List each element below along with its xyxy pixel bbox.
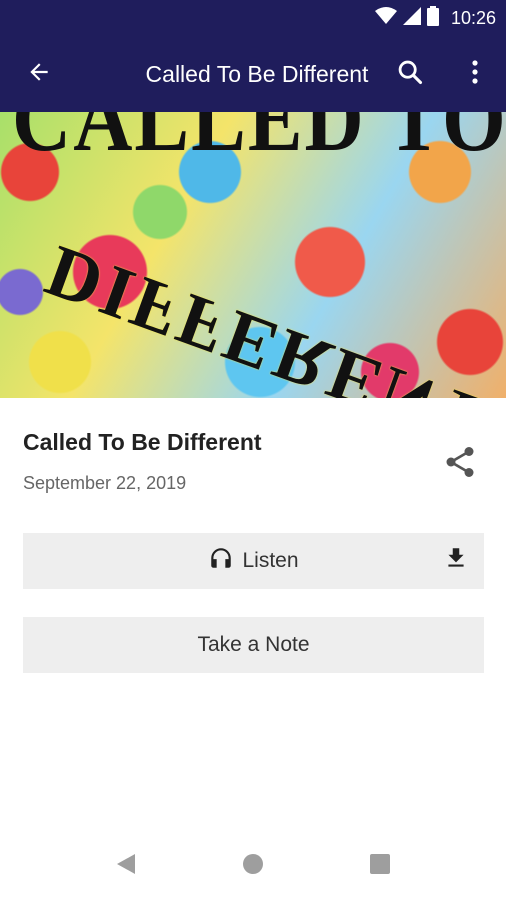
search-button[interactable] bbox=[386, 50, 434, 98]
more-options-button[interactable] bbox=[451, 50, 499, 98]
status-icons: 10:26 bbox=[374, 0, 496, 36]
take-a-note-button[interactable]: Take a Note bbox=[23, 617, 484, 673]
listen-button[interactable]: Listen bbox=[23, 533, 484, 589]
take-a-note-label: Take a Note bbox=[197, 633, 310, 656]
listen-label: Listen bbox=[242, 549, 299, 572]
home-circle-icon bbox=[242, 853, 264, 880]
more-vert-icon bbox=[471, 59, 479, 90]
episode-title: Called To Be Different bbox=[23, 429, 262, 455]
battery-icon bbox=[426, 5, 439, 31]
signal-icon bbox=[402, 6, 421, 30]
listen-content: Listen bbox=[208, 545, 299, 577]
nav-home-button[interactable] bbox=[229, 842, 277, 890]
recents-square-icon bbox=[370, 853, 390, 879]
search-icon bbox=[396, 58, 424, 91]
episode-artwork: CALLED TO BE DIFFERENT bbox=[0, 112, 506, 398]
share-icon bbox=[442, 443, 478, 486]
wifi-icon bbox=[374, 6, 397, 30]
headphones-icon bbox=[208, 545, 234, 577]
artwork-text-top: CALLED TO BE bbox=[12, 112, 506, 171]
status-time: 10:26 bbox=[450, 7, 496, 28]
episode-date: September 22, 2019 bbox=[23, 473, 187, 493]
nav-back-button[interactable] bbox=[102, 842, 150, 890]
status-bar: 10:26 bbox=[0, 0, 506, 36]
nav-recents-button[interactable] bbox=[356, 842, 404, 890]
system-nav-bar bbox=[0, 830, 506, 900]
app-bar: Called To Be Different bbox=[0, 36, 506, 112]
back-triangle-icon bbox=[115, 853, 137, 880]
artwork-text-rotated: DIFFERENT bbox=[35, 229, 500, 398]
share-button[interactable] bbox=[436, 440, 484, 488]
download-icon bbox=[443, 545, 469, 577]
download-button[interactable] bbox=[440, 545, 472, 577]
